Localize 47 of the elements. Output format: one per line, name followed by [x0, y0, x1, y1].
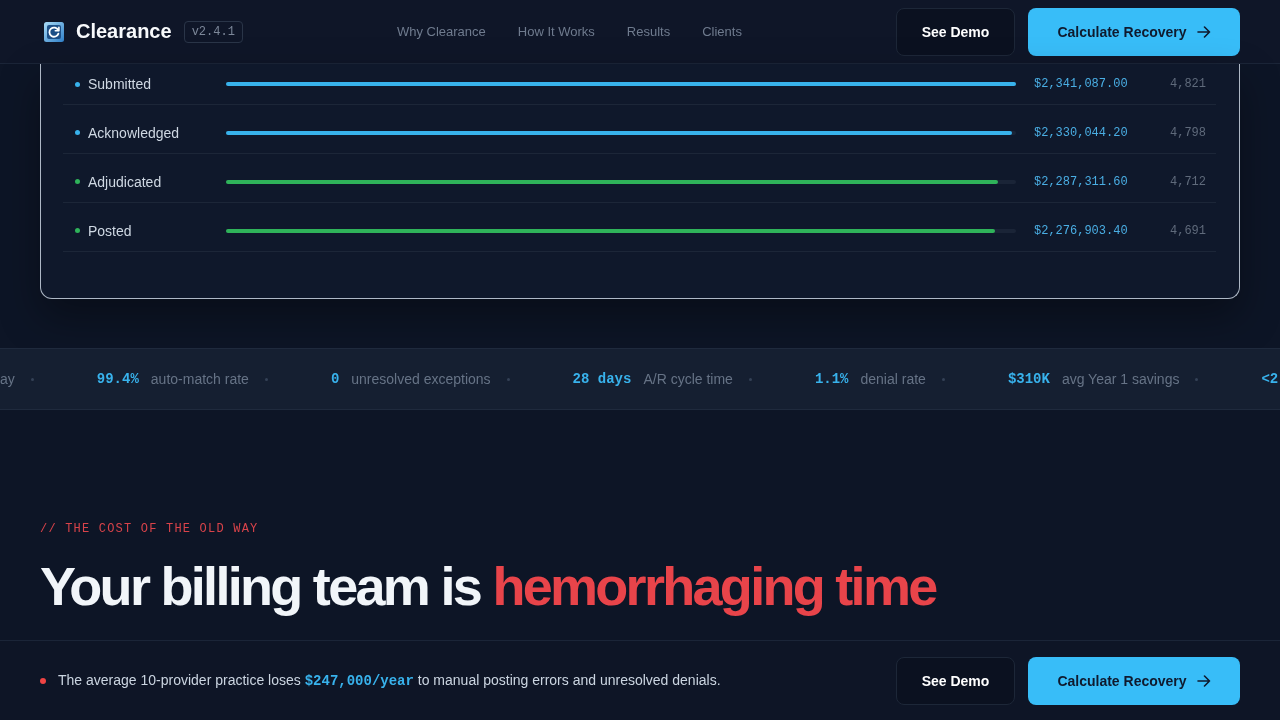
separator-dot-icon — [506, 377, 510, 381]
nav-link[interactable]: How It Works — [517, 24, 595, 39]
separator-dot-icon — [748, 377, 752, 381]
amount-text: $2,330,044.20 — [1034, 125, 1128, 140]
count-text: 4,712 — [1170, 174, 1206, 189]
nav-link[interactable]: Why Clearance — [396, 24, 486, 39]
bullet-dot-icon — [40, 677, 46, 684]
amount-text: $2,276,903.40 — [1034, 223, 1128, 238]
cta-message: The average 10-provider practice loses $247,000/year to manual posting errors and unresolved denials. — [58, 672, 721, 689]
separator-dot-icon — [264, 377, 268, 381]
stage-label: Posted — [88, 222, 132, 239]
stage-label: Adjudicated — [88, 173, 162, 190]
count-text: 4,798 — [1170, 125, 1206, 140]
stat-value: 99.4% — [96, 371, 139, 387]
primary-button[interactable]: Calculate Recovery — [1028, 656, 1240, 705]
stat-value: 1.1% — [814, 371, 849, 387]
stat-value: $310K — [1007, 371, 1050, 387]
stage-label: Submitted — [88, 76, 152, 92]
stat-label: denial rate — [860, 371, 926, 387]
primary-button[interactable]: Calculate Recovery — [1028, 7, 1240, 56]
stage-label: Acknowledged — [88, 124, 180, 141]
secondary-button[interactable]: See Demo — [896, 7, 1015, 56]
arrow-right-icon — [1196, 25, 1211, 38]
nav-link[interactable]: Results — [626, 24, 671, 39]
version-tag: v2.4.1 — [183, 20, 243, 43]
count-text: 4,821 — [1170, 77, 1206, 91]
stat-label: auto-match rate — [150, 371, 249, 387]
logo-icon — [44, 21, 64, 42]
amount-text: $2,341,087.00 — [1034, 77, 1128, 91]
amount-text: $2,287,311.60 — [1034, 174, 1128, 189]
stat-label: avg Year 1 savings — [1061, 371, 1180, 387]
secondary-button[interactable]: See Demo — [896, 656, 1015, 705]
stat-label: unresolved exceptions — [351, 371, 491, 387]
arrow-right-icon — [1196, 674, 1211, 687]
stat-value: 0 — [330, 371, 340, 387]
stat-value: 28 days — [572, 371, 632, 387]
separator-dot-icon — [941, 377, 945, 381]
count-text: 4,691 — [1170, 223, 1206, 238]
section-eyebrow: // THE COST OF THE OLD WAY — [40, 521, 260, 537]
section-headline: Your billing team is hemorrhaging time — [40, 557, 938, 617]
separator-dot-icon — [1195, 377, 1199, 381]
stat-value: <2 — [1261, 371, 1279, 387]
brand-name: Clearance — [76, 20, 172, 43]
stat-label: ay — [0, 371, 15, 387]
stat-label: A/R cycle time — [643, 371, 733, 387]
nav-link[interactable]: Clients — [702, 24, 742, 39]
separator-dot-icon — [30, 377, 34, 381]
